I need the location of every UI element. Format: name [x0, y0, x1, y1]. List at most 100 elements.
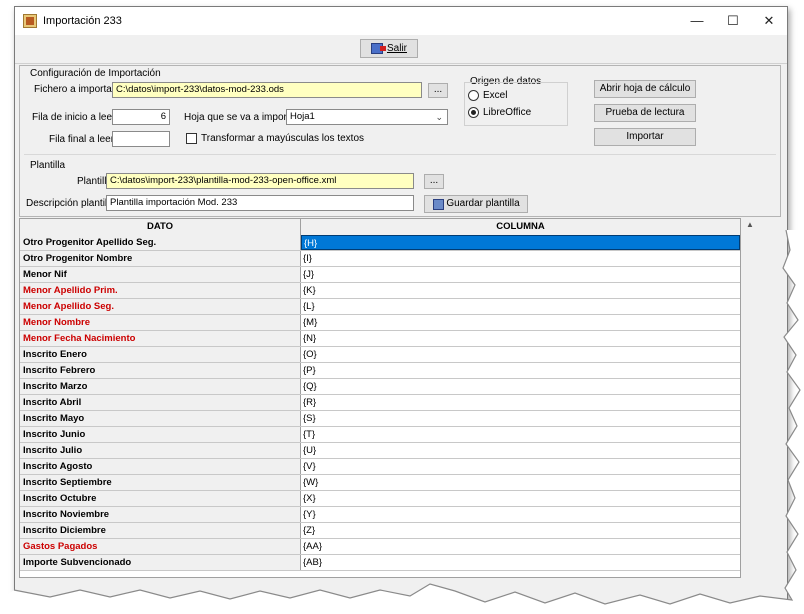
- source-group: [464, 82, 568, 126]
- columna-cell[interactable]: {AA}: [301, 539, 740, 554]
- template-browse-button[interactable]: ...: [424, 174, 444, 189]
- table-row[interactable]: Menor Fecha Nacimiento {N}: [20, 331, 740, 347]
- columna-cell[interactable]: {S}: [301, 411, 740, 426]
- columna-cell[interactable]: {Z}: [301, 523, 740, 538]
- columna-cell[interactable]: {AB}: [301, 555, 740, 570]
- sheet-select-value: Hoja1: [290, 111, 315, 122]
- dato-cell[interactable]: Inscrito Enero: [20, 347, 301, 362]
- table-row[interactable]: Menor Nif {J}: [20, 267, 740, 283]
- save-template-label: Guardar plantilla: [446, 198, 520, 209]
- columna-cell[interactable]: {X}: [301, 491, 740, 506]
- dato-cell[interactable]: Otro Progenitor Apellido Seg.: [20, 235, 301, 250]
- table-row[interactable]: Inscrito Enero {O}: [20, 347, 740, 363]
- start-row-input[interactable]: 6: [112, 109, 170, 125]
- dato-cell[interactable]: Gastos Pagados: [20, 539, 301, 554]
- dato-cell[interactable]: Inscrito Diciembre: [20, 523, 301, 538]
- dato-cell[interactable]: Otro Progenitor Nombre: [20, 251, 301, 266]
- table-row[interactable]: Inscrito Marzo {Q}: [20, 379, 740, 395]
- table-row[interactable]: Otro Progenitor Nombre {I}: [20, 251, 740, 267]
- columna-cell[interactable]: {J}: [301, 267, 740, 282]
- columna-cell[interactable]: {R}: [301, 395, 740, 410]
- minimize-button[interactable]: —: [679, 7, 715, 35]
- table-row[interactable]: Menor Apellido Seg. {L}: [20, 299, 740, 315]
- dato-cell[interactable]: Inscrito Mayo: [20, 411, 301, 426]
- sheet-label: Hoja que se va a importar: [184, 112, 299, 123]
- columna-cell[interactable]: {U}: [301, 443, 740, 458]
- columna-cell[interactable]: {V}: [301, 459, 740, 474]
- columna-cell[interactable]: {Y}: [301, 507, 740, 522]
- dato-cell[interactable]: Inscrito Febrero: [20, 363, 301, 378]
- table-row[interactable]: Inscrito Agosto {V}: [20, 459, 740, 475]
- test-read-button[interactable]: Prueba de lectura: [594, 104, 696, 122]
- header-columna[interactable]: COLUMNA: [301, 219, 740, 235]
- table-row[interactable]: Menor Nombre {M}: [20, 315, 740, 331]
- table-row[interactable]: Inscrito Junio {T}: [20, 427, 740, 443]
- table-row[interactable]: Gastos Pagados {AA}: [20, 539, 740, 555]
- table-row[interactable]: Inscrito Febrero {P}: [20, 363, 740, 379]
- dato-cell[interactable]: Inscrito Noviembre: [20, 507, 301, 522]
- dato-cell[interactable]: Menor Nif: [20, 267, 301, 282]
- close-button[interactable]: ✕: [751, 7, 787, 35]
- dato-cell[interactable]: Inscrito Junio: [20, 427, 301, 442]
- table-row[interactable]: Otro Progenitor Apellido Seg. {H}: [20, 235, 740, 251]
- save-template-button[interactable]: Guardar plantilla: [424, 195, 528, 213]
- dato-cell[interactable]: Inscrito Marzo: [20, 379, 301, 394]
- import-button[interactable]: Importar: [594, 128, 696, 146]
- file-input[interactable]: C:\datos\import-233\datos-mod-233.ods: [112, 82, 422, 98]
- dato-cell[interactable]: Inscrito Septiembre: [20, 475, 301, 490]
- table-row[interactable]: Importe Subvencionado {AB}: [20, 555, 740, 571]
- table-row[interactable]: Inscrito Abril {R}: [20, 395, 740, 411]
- columna-cell[interactable]: {P}: [301, 363, 740, 378]
- libreoffice-radio[interactable]: [468, 107, 479, 118]
- dato-cell[interactable]: Inscrito Abril: [20, 395, 301, 410]
- dato-cell[interactable]: Inscrito Agosto: [20, 459, 301, 474]
- import-window: Importación 233 — ☐ ✕ Salir Configuració…: [14, 6, 788, 606]
- file-browse-button[interactable]: ...: [428, 83, 448, 98]
- columna-cell[interactable]: {W}: [301, 475, 740, 490]
- dato-cell[interactable]: Menor Apellido Seg.: [20, 299, 301, 314]
- scroll-up-icon[interactable]: ▲: [745, 220, 755, 230]
- table-row[interactable]: Inscrito Julio {U}: [20, 443, 740, 459]
- dato-cell[interactable]: Importe Subvencionado: [20, 555, 301, 570]
- uppercase-checkbox[interactable]: [186, 133, 197, 144]
- table-row[interactable]: Inscrito Diciembre {Z}: [20, 523, 740, 539]
- dato-cell[interactable]: Menor Nombre: [20, 315, 301, 330]
- excel-radio[interactable]: [468, 90, 479, 101]
- columna-cell[interactable]: {N}: [301, 331, 740, 346]
- header-dato[interactable]: DATO: [20, 219, 301, 235]
- columna-cell[interactable]: {L}: [301, 299, 740, 314]
- table-row[interactable]: Inscrito Noviembre {Y}: [20, 507, 740, 523]
- table-row[interactable]: Inscrito Septiembre {W}: [20, 475, 740, 491]
- columna-cell[interactable]: {I}: [301, 251, 740, 266]
- libreoffice-radio-label: LibreOffice: [483, 107, 532, 118]
- maximize-button[interactable]: ☐: [715, 7, 751, 35]
- columna-cell[interactable]: {T}: [301, 427, 740, 442]
- title-bar[interactable]: Importación 233 — ☐ ✕: [15, 7, 787, 35]
- description-input[interactable]: Plantilla importación Mod. 233: [106, 195, 414, 211]
- config-panel: Configuración de Importación Fichero a i…: [19, 65, 781, 217]
- dato-cell[interactable]: Menor Apellido Prim.: [20, 283, 301, 298]
- floppy-disk-icon: [433, 199, 444, 210]
- salir-label: Salir: [386, 43, 407, 54]
- dato-cell[interactable]: Menor Fecha Nacimiento: [20, 331, 301, 346]
- columna-cell[interactable]: {Q}: [301, 379, 740, 394]
- end-row-input[interactable]: [112, 131, 170, 147]
- salir-button[interactable]: Salir: [360, 39, 418, 58]
- columna-cell[interactable]: {K}: [301, 283, 740, 298]
- columna-cell[interactable]: {M}: [301, 315, 740, 330]
- columna-cell[interactable]: {H}: [301, 235, 740, 250]
- sheet-select[interactable]: Hoja1 ⌄: [286, 109, 448, 125]
- open-sheet-label: Abrir hoja de cálculo: [599, 83, 691, 94]
- section-divider: [24, 154, 776, 155]
- exit-icon: [371, 43, 386, 54]
- dato-cell[interactable]: Inscrito Julio: [20, 443, 301, 458]
- table-row[interactable]: Inscrito Octubre {X}: [20, 491, 740, 507]
- dato-cell[interactable]: Inscrito Octubre: [20, 491, 301, 506]
- grid-header: DATO COLUMNA: [20, 219, 740, 236]
- columna-cell[interactable]: {O}: [301, 347, 740, 362]
- open-sheet-button[interactable]: Abrir hoja de cálculo: [594, 80, 696, 98]
- template-input[interactable]: C:\datos\import-233\plantilla-mod-233-op…: [106, 173, 414, 189]
- grid-scrollbar[interactable]: ▲: [743, 218, 757, 578]
- table-row[interactable]: Inscrito Mayo {S}: [20, 411, 740, 427]
- table-row[interactable]: Menor Apellido Prim. {K}: [20, 283, 740, 299]
